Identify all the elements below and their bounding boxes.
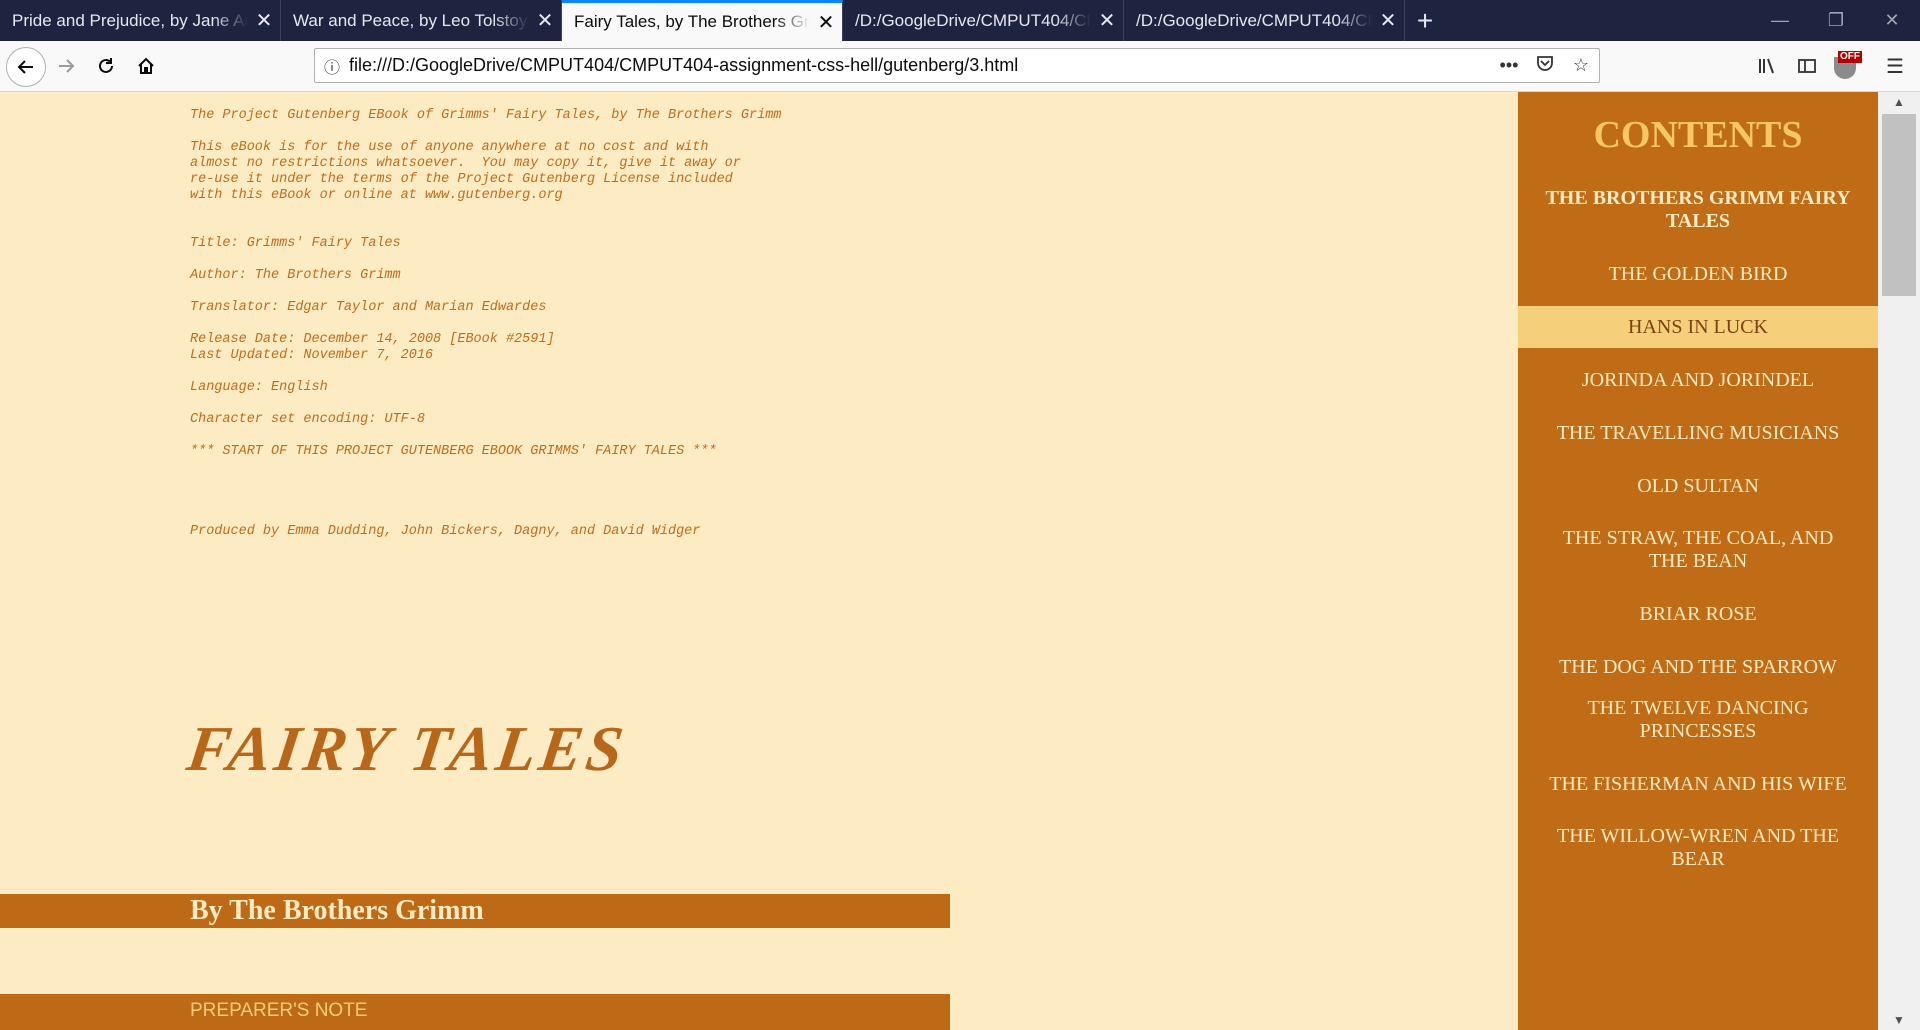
page-content: The Project Gutenberg EBook of Grimms' F… bbox=[0, 92, 1518, 1030]
tab-local-file-2[interactable]: /D:/GoogleDrive/CMPUT404/CMPUT404-assign… bbox=[1124, 0, 1405, 41]
tab-title: War and Peace, by Leo Tolstoy bbox=[293, 10, 528, 30]
reload-icon[interactable] bbox=[88, 48, 124, 84]
tab-pride-and-prejudice[interactable]: Pride and Prejudice, by Jane Austen ✕ bbox=[0, 0, 281, 41]
encoding-line: Character set encoding: UTF-8 bbox=[190, 412, 425, 427]
sidebar-item-brothers-grimm-fairy-tales[interactable]: THE BROTHERS GRIMM FAIRY TALES bbox=[1518, 178, 1878, 242]
tab-title: /D:/GoogleDrive/CMPUT404/CMPUT404-assign… bbox=[855, 10, 1091, 30]
scroll-up-arrow-icon[interactable]: ▲ bbox=[1878, 92, 1920, 112]
page-actions-icon[interactable]: ••• bbox=[1491, 55, 1527, 76]
library-icon[interactable] bbox=[1752, 51, 1782, 81]
contents-sidebar: CONTENTS THE BROTHERS GRIMM FAIRY TALES … bbox=[1518, 92, 1878, 1030]
tab-title: /D:/GoogleDrive/CMPUT404/CMPUT404-assign… bbox=[1136, 10, 1372, 30]
window-controls: — ❐ ✕ bbox=[1752, 0, 1920, 41]
window-close-icon[interactable]: ✕ bbox=[1864, 0, 1920, 41]
close-icon[interactable]: ✕ bbox=[529, 8, 561, 33]
sidebar-item-golden-bird[interactable]: THE GOLDEN BIRD bbox=[1518, 242, 1878, 306]
language-line: Language: English bbox=[190, 380, 328, 395]
close-icon[interactable]: ✕ bbox=[1372, 8, 1404, 33]
hamburger-menu-icon[interactable]: ☰ bbox=[1880, 51, 1910, 81]
restore-icon[interactable]: ❐ bbox=[1808, 0, 1864, 41]
sidebar-item-old-sultan[interactable]: OLD SULTAN bbox=[1518, 454, 1878, 518]
bookmark-star-icon[interactable]: ☆ bbox=[1563, 55, 1599, 76]
author-line: Author: The Brothers Grimm bbox=[190, 268, 401, 283]
pocket-icon[interactable] bbox=[1527, 54, 1563, 77]
tab-war-and-peace[interactable]: War and Peace, by Leo Tolstoy ✕ bbox=[281, 0, 562, 41]
sidebar-item-fisherman-and-his-wife[interactable]: THE FISHERMAN AND HIS WIFE bbox=[1518, 752, 1878, 816]
sidebar-item-travelling-musicians[interactable]: THE TRAVELLING MUSICIANS bbox=[1518, 412, 1878, 454]
contents-heading: CONTENTS bbox=[1593, 114, 1803, 156]
extension-badge: OFF bbox=[1838, 51, 1862, 63]
navigation-toolbar: ⓘ file:///D:/GoogleDrive/CMPUT404/CMPUT4… bbox=[0, 41, 1920, 92]
sidebar-item-straw-coal-bean[interactable]: THE STRAW, THE COAL, AND THE BEAN bbox=[1518, 518, 1878, 582]
byline: By The Brothers Grimm bbox=[190, 895, 484, 926]
close-icon[interactable]: ✕ bbox=[1091, 8, 1123, 33]
tab-local-file-1[interactable]: /D:/GoogleDrive/CMPUT404/CMPUT404-assign… bbox=[843, 0, 1124, 41]
sidebar-item-hans-in-luck[interactable]: HANS IN LUCK bbox=[1518, 306, 1878, 348]
produced-by-line: Produced by Emma Dudding, John Bickers, … bbox=[190, 524, 701, 539]
url-text[interactable]: file:///D:/GoogleDrive/CMPUT404/CMPUT404… bbox=[349, 55, 1491, 76]
sidebar-toggle-icon[interactable] bbox=[1792, 51, 1822, 81]
vertical-scrollbar[interactable]: ▲ ▼ bbox=[1878, 92, 1920, 1030]
forward-arrow-icon[interactable] bbox=[48, 48, 84, 84]
tab-fairy-tales[interactable]: Fairy Tales, by The Brothers Grimm ✕ bbox=[562, 0, 843, 41]
title-line: Title: Grimms' Fairy Tales bbox=[190, 236, 401, 251]
scrollbar-thumb[interactable] bbox=[1882, 114, 1916, 296]
tab-title: Fairy Tales, by The Brothers Grimm bbox=[574, 12, 810, 31]
new-tab-plus-icon[interactable]: + bbox=[1405, 0, 1445, 41]
sidebar-item-jorinda-and-jorindel[interactable]: JORINDA AND JORINDEL bbox=[1518, 348, 1878, 412]
close-icon[interactable]: ✕ bbox=[248, 8, 280, 33]
site-info-icon[interactable]: ⓘ bbox=[315, 54, 349, 78]
sidebar-item-dog-and-sparrow[interactable]: THE DOG AND THE SPARROW bbox=[1518, 646, 1878, 688]
license-text: This eBook is for the use of anyone anyw… bbox=[190, 140, 741, 203]
byline-band: By The Brothers Grimm bbox=[0, 894, 950, 928]
sidebar-item-twelve-dancing-princesses[interactable]: THE TWELVE DANCING PRINCESSES bbox=[1518, 688, 1878, 752]
minimize-icon[interactable]: — bbox=[1752, 0, 1808, 41]
preparers-note-link[interactable]: PREPARER'S NOTE bbox=[190, 1000, 367, 1022]
close-icon[interactable]: ✕ bbox=[810, 10, 842, 35]
ebook-title-line: The Project Gutenberg EBook of Grimms' F… bbox=[190, 108, 782, 123]
scroll-down-arrow-icon[interactable]: ▼ bbox=[1878, 1010, 1920, 1030]
preparers-note-band: PREPARER'S NOTE bbox=[0, 994, 950, 1030]
translator-line: Translator: Edgar Taylor and Marian Edwa… bbox=[190, 300, 547, 315]
sidebar-item-willow-wren-and-bear[interactable]: THE WILLOW-WREN AND THE BEAR bbox=[1518, 816, 1878, 880]
book-title: FAIRY TALES bbox=[183, 713, 632, 784]
sidebar-item-briar-rose[interactable]: BRIAR ROSE bbox=[1518, 582, 1878, 646]
back-arrow-icon[interactable] bbox=[6, 47, 46, 87]
address-bar[interactable]: ⓘ file:///D:/GoogleDrive/CMPUT404/CMPUT4… bbox=[314, 48, 1600, 83]
home-icon[interactable] bbox=[128, 48, 164, 84]
gutenberg-header: The Project Gutenberg EBook of Grimms' F… bbox=[190, 108, 781, 540]
release-date-line: Release Date: December 14, 2008 [EBook #… bbox=[190, 332, 555, 363]
extension-shield-icon[interactable]: OFF bbox=[1830, 51, 1862, 81]
start-marker-line: *** START OF THIS PROJECT GUTENBERG EBOO… bbox=[190, 444, 717, 459]
tab-bar: Pride and Prejudice, by Jane Austen ✕ Wa… bbox=[0, 0, 1920, 41]
tab-title: Pride and Prejudice, by Jane Austen bbox=[12, 10, 248, 30]
